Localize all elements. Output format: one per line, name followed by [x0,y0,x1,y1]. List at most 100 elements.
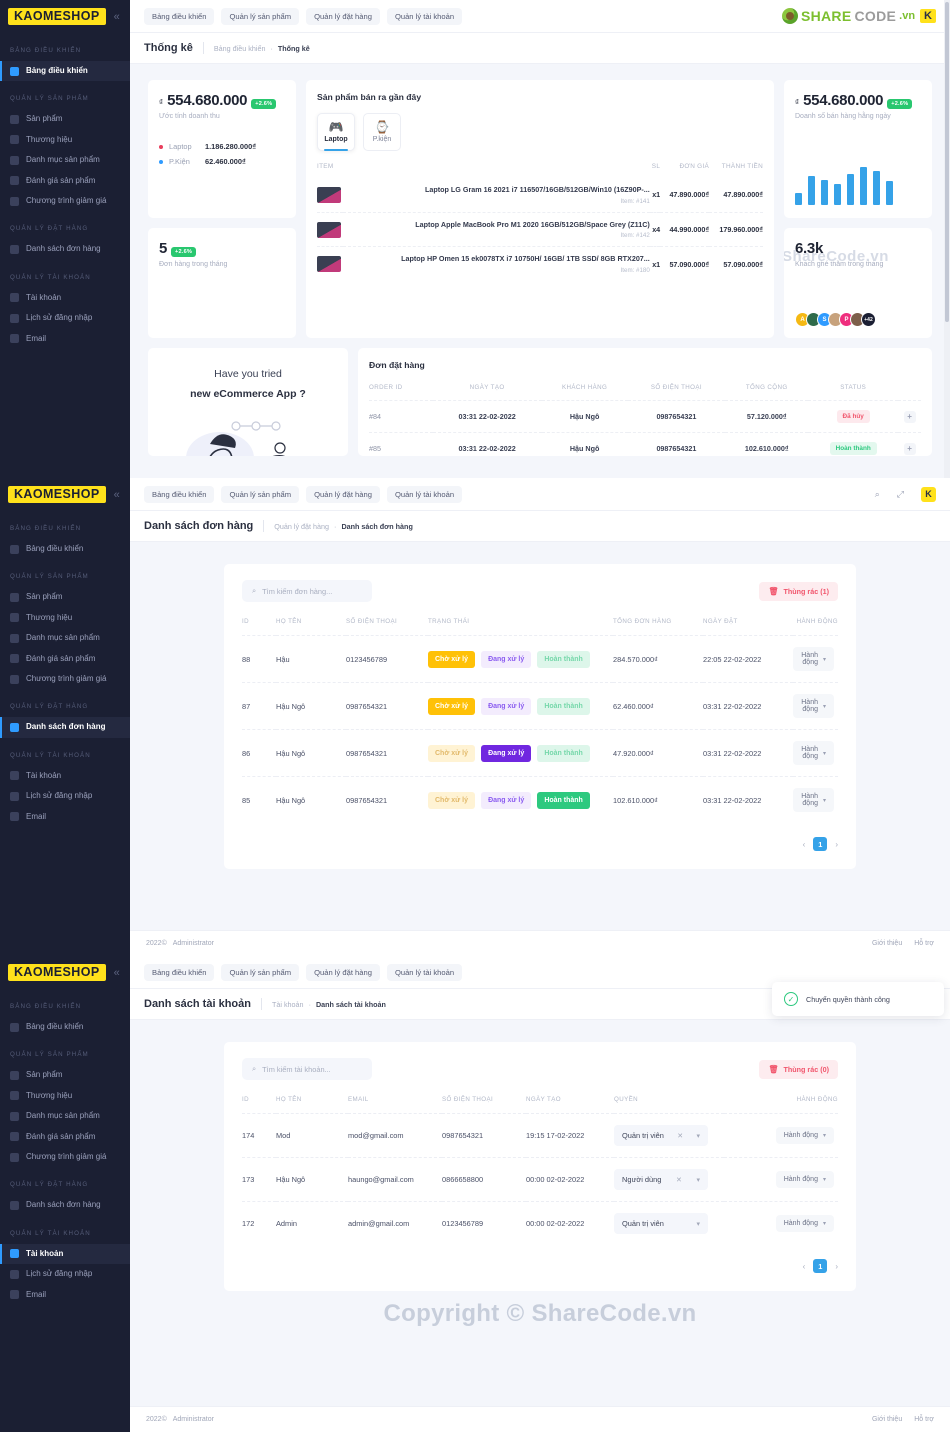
trash-button[interactable]: 🗑 Thùng rác (1) [759,581,838,601]
status-done-button[interactable]: Hoàn thành [537,791,590,809]
clear-role-icon[interactable]: ✕ [677,1132,683,1140]
action-dropdown[interactable]: Hành động ▾ [775,1127,834,1144]
sidebar-item-accounts[interactable]: Tài khoản [0,766,130,786]
breadcrumb-item[interactable]: Bảng điều khiển [214,44,266,53]
action-dropdown[interactable]: Hành động ▾ [793,694,834,718]
tab-accounts[interactable]: Quản lý tài khoản [386,963,463,981]
sidebar-item-accounts[interactable]: Tài khoản [0,288,130,308]
sidebar-item-brands[interactable]: Thương hiệu [0,130,130,150]
sidebar-item-products[interactable]: Sản phẩm [0,1065,130,1085]
sidebar-item-reviews[interactable]: Đánh giá sản phẩm [0,649,130,669]
search-input[interactable]: ⌕ Tìm kiếm tài khoản... [242,1058,372,1080]
table-row[interactable]: #85 03:31 22-02-2022 Hậu Ngô 0987654321 … [369,432,921,456]
pagination-page-1[interactable]: 1 [813,837,828,851]
status-processing-button[interactable]: Đang xử lý [481,744,532,762]
sidebar-item-email[interactable]: Email [0,807,130,827]
user-avatar-button[interactable]: K [921,486,936,502]
breadcrumb-item[interactable]: Tài khoản [272,1000,304,1009]
tab-dashboard[interactable]: Bảng điều khiển [144,7,215,25]
sidebar-item-email[interactable]: Email [0,1285,130,1305]
action-dropdown[interactable]: Hành động ▾ [775,1171,834,1188]
trash-button[interactable]: 🗑 Thùng rác (0) [759,1059,838,1079]
pagination-next[interactable]: › [835,1262,838,1271]
table-row[interactable]: Laptop HP Omen 15 ek0078TX i7 10750H/ 16… [317,246,763,282]
pagination-prev[interactable]: ‹ [803,1262,806,1271]
tab-products[interactable]: Quản lý sản phẩm [221,963,300,981]
sidebar-item-dashboard[interactable]: Bảng điều khiển [0,1017,130,1037]
collapse-sidebar-icon[interactable]: « [114,489,120,501]
role-select[interactable]: Quản trị viên ✕ ▾ [614,1125,708,1146]
footer-link-about[interactable]: Giới thiệu [872,940,902,947]
sidebar-item-dashboard[interactable]: Bảng điều khiển [0,539,130,559]
sidebar-item-categories[interactable]: Danh mục sản phẩm [0,1106,130,1126]
account-id[interactable]: 172 [242,1201,276,1245]
action-dropdown[interactable]: Hành động ▾ [793,741,834,765]
search-icon[interactable]: ⌕ [875,489,880,500]
action-dropdown[interactable]: Hành động ▾ [793,647,834,671]
clear-role-icon[interactable]: ✕ [676,1176,682,1184]
role-select[interactable]: Quản trị viên ▾ [614,1213,708,1234]
tab-orders[interactable]: Quản lý đặt hàng [306,963,380,981]
table-row[interactable]: 174 Mod mod@gmail.com 0987654321 19:15 1… [242,1113,838,1158]
sidebar-item-brands[interactable]: Thương hiệu [0,1086,130,1106]
status-wait-button[interactable]: Chờ xử lý [428,650,475,668]
footer-link-support[interactable]: Hỗ trợ [914,940,934,947]
breadcrumb-item[interactable]: Quản lý đặt hàng [274,522,329,531]
search-input[interactable]: ⌕ Tìm kiếm đơn hàng... [242,580,372,602]
collapse-sidebar-icon[interactable]: « [114,967,120,979]
footer-link-about[interactable]: Giới thiệu [872,1416,902,1423]
table-row[interactable]: 172 Admin admin@gmail.com 0123456789 00:… [242,1201,838,1245]
sidebar-item-categories[interactable]: Danh mục sản phẩm [0,628,130,648]
table-row[interactable]: 87 Hậu Ngô 0987654321 Chờ xử lý Đang xử … [242,682,838,730]
sidebar-item-email[interactable]: Email [0,329,130,349]
sidebar-item-dashboard[interactable]: Bảng điều khiển [0,61,130,82]
chevron-down-icon[interactable]: ▾ [696,1176,700,1184]
tab-orders[interactable]: Quản lý đặt hàng [306,7,380,25]
tab-products[interactable]: Quản lý sản phẩm [221,7,300,25]
tab-accounts[interactable]: Quản lý tài khoản [386,7,463,25]
expand-row-button[interactable]: + [903,410,916,423]
tab-dashboard[interactable]: Bảng điều khiển [144,963,215,981]
sidebar-item-products[interactable]: Sản phẩm [0,109,130,129]
sidebar-item-discounts[interactable]: Chương trình giảm giá [0,191,130,211]
category-tab-laptop[interactable]: 🎮 Laptop [317,113,355,151]
sidebar-item-reviews[interactable]: Đánh giá sản phẩm [0,171,130,191]
status-wait-button[interactable]: Chờ xử lý [428,697,475,715]
chevron-down-icon[interactable]: ▾ [696,1132,700,1140]
collapse-sidebar-icon[interactable]: « [114,11,120,23]
sidebar-item-brands[interactable]: Thương hiệu [0,608,130,628]
brand-logo[interactable]: KAOMESHOP [8,485,106,504]
action-dropdown[interactable]: Hành động ▾ [775,1215,834,1232]
role-select[interactable]: Người dùng ✕ ▾ [614,1169,708,1190]
sidebar-item-products[interactable]: Sản phẩm [0,587,130,607]
status-processing-button[interactable]: Đang xử lý [481,650,532,668]
table-row[interactable]: #84 03:31 22-02-2022 Hậu Ngô 0987654321 … [369,400,921,433]
table-row[interactable]: Laptop Apple MacBook Pro M1 2020 16GB/51… [317,211,763,247]
status-processing-button[interactable]: Đang xử lý [481,697,532,715]
footer-link-support[interactable]: Hỗ trợ [914,1416,934,1423]
sidebar-item-discounts[interactable]: Chương trình giảm giá [0,669,130,689]
table-row[interactable]: 86 Hậu Ngô 0987654321 Chờ xử lý Đang xử … [242,729,838,777]
sidebar-item-accounts[interactable]: Tài khoản [0,1243,130,1265]
scrollbar-thumb[interactable] [945,2,949,322]
sidebar-item-orders[interactable]: Danh sách đơn hàng [0,717,130,739]
pagination-prev[interactable]: ‹ [803,840,806,849]
expand-icon[interactable]: ⤢ [897,489,904,500]
table-row[interactable]: 85 Hậu Ngô 0987654321 Chờ xử lý Đang xử … [242,776,838,823]
sidebar-item-orders[interactable]: Danh sách đơn hàng [0,239,130,259]
status-done-button[interactable]: Hoàn thành [537,650,590,668]
expand-row-button[interactable]: + [903,442,916,455]
table-row[interactable]: 173 Hậu Ngô haungo@gmail.com 0866658800 … [242,1157,838,1202]
action-dropdown[interactable]: Hành động ▾ [793,788,834,812]
sidebar-item-orders[interactable]: Danh sách đơn hàng [0,1195,130,1215]
sidebar-item-login-history[interactable]: Lịch sử đăng nhập [0,308,130,328]
pagination-next[interactable]: › [835,840,838,849]
chevron-down-icon[interactable]: ▾ [696,1220,700,1228]
sidebar-item-login-history[interactable]: Lịch sử đăng nhập [0,1264,130,1284]
sidebar-item-discounts[interactable]: Chương trình giảm giá [0,1147,130,1167]
status-wait-button[interactable]: Chờ xử lý [428,791,475,809]
brand-logo[interactable]: KAOMESHOP [8,7,106,26]
sidebar-item-categories[interactable]: Danh mục sản phẩm [0,150,130,170]
status-done-button[interactable]: Hoàn thành [537,744,590,762]
status-processing-button[interactable]: Đang xử lý [481,791,532,809]
